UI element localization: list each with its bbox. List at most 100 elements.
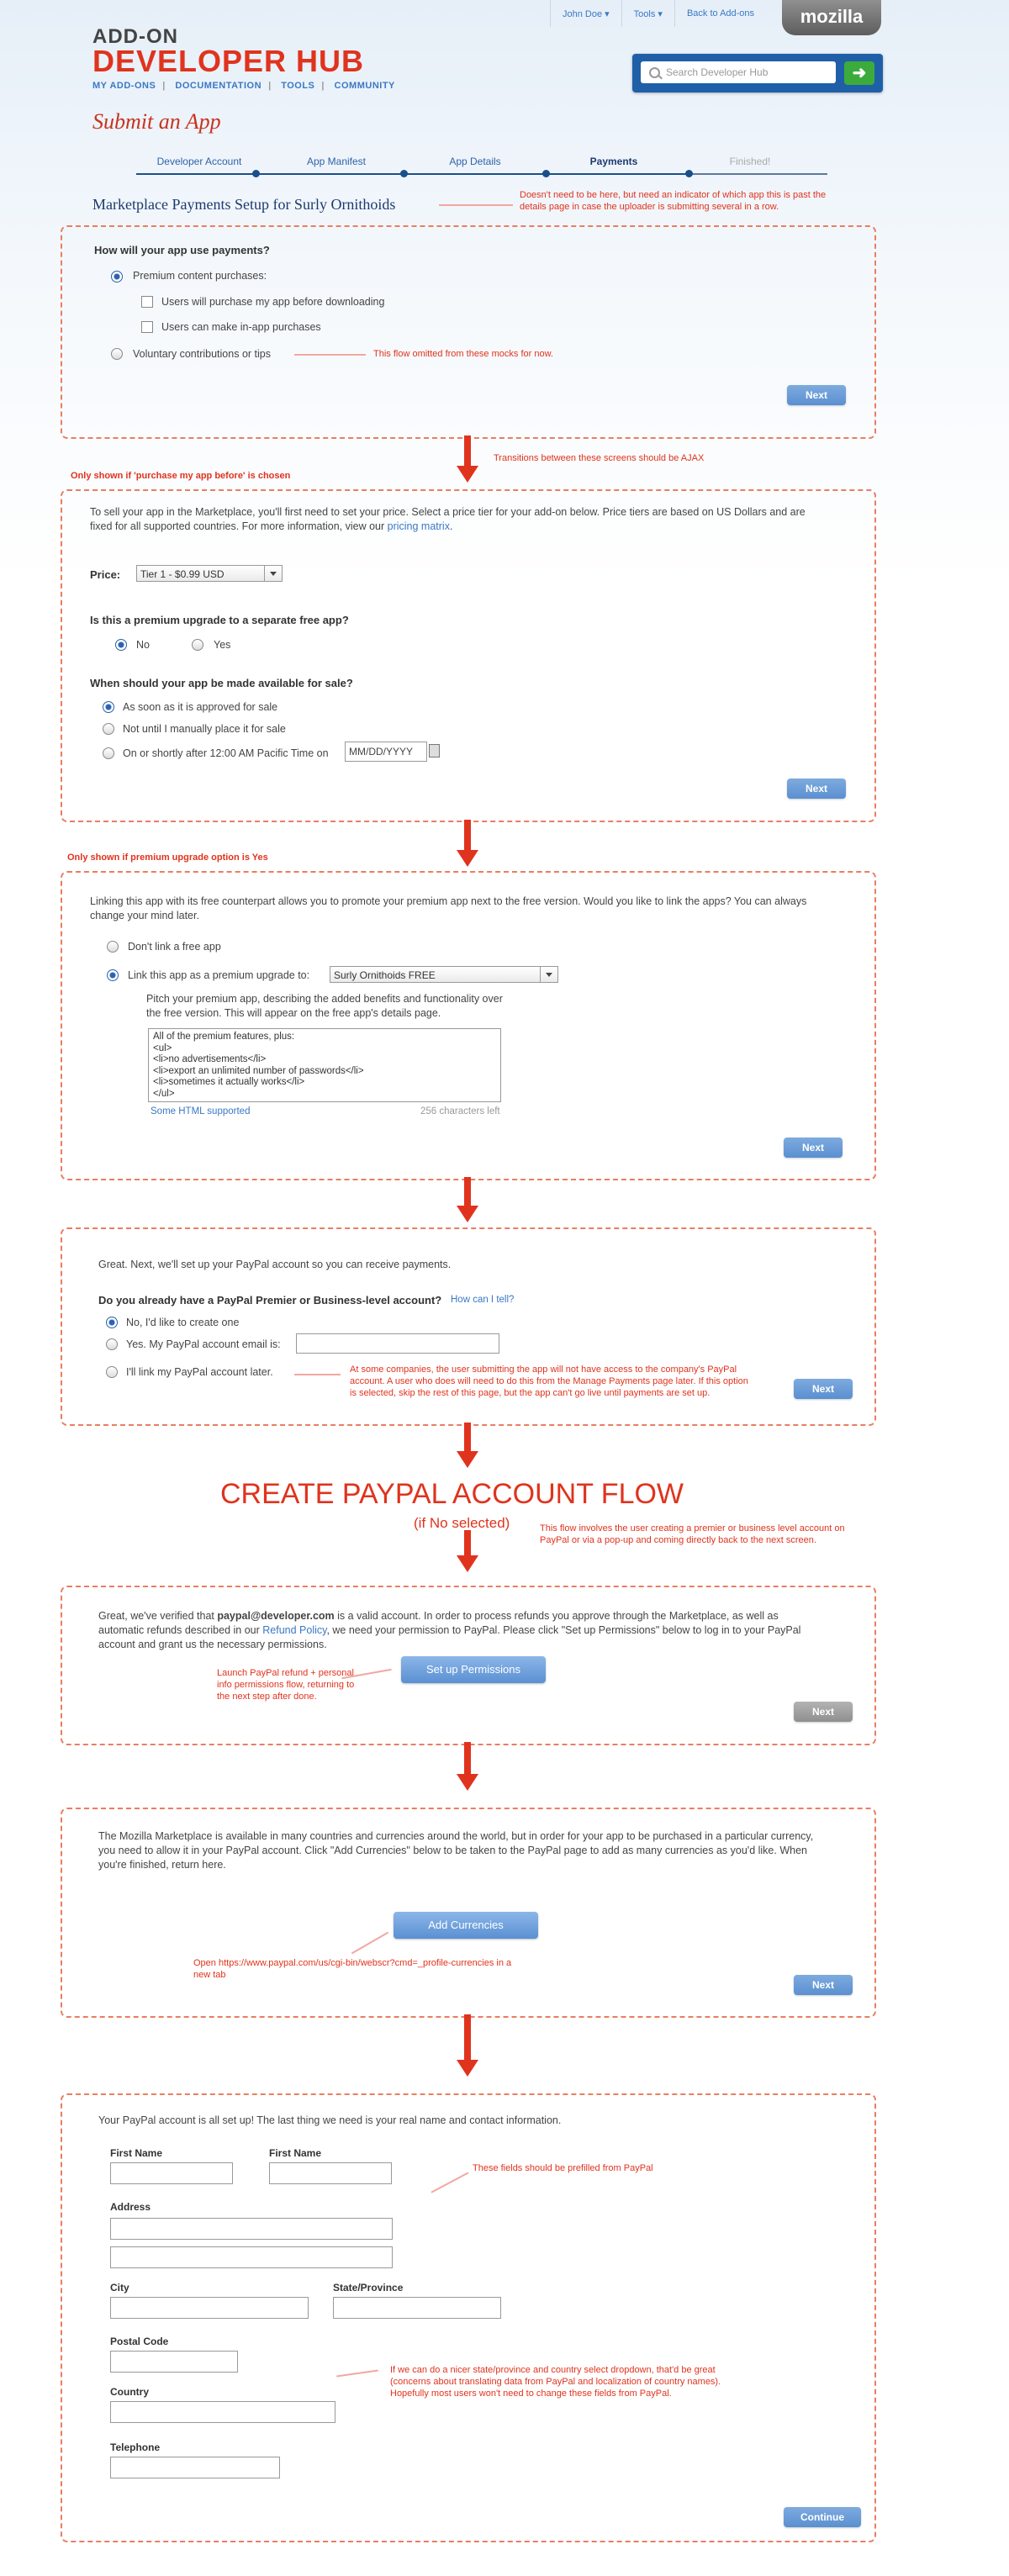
tools-menu[interactable]: Tools ▾ — [621, 0, 674, 27]
chevron-down-icon — [264, 566, 282, 581]
avail-approved-label: As soon as it is approved for sale — [123, 701, 278, 713]
next-button[interactable]: Next — [787, 779, 846, 799]
html-supported-link[interactable]: Some HTML supported — [151, 1106, 250, 1116]
pitch-textarea[interactable]: All of the premium features, plus: <ul> <l… — [148, 1028, 501, 1102]
state-input[interactable] — [333, 2297, 501, 2319]
step-dot — [252, 170, 260, 177]
add-currencies-button[interactable]: Add Currencies — [394, 1912, 538, 1939]
paypal-email-input[interactable] — [296, 1333, 499, 1354]
search-input[interactable]: Search Developer Hub — [641, 61, 836, 83]
avail-approved-radio[interactable] — [103, 701, 114, 713]
date-input[interactable]: MM/DD/YYYY — [345, 742, 427, 762]
postal-code-input[interactable] — [110, 2351, 238, 2373]
country-input[interactable] — [110, 2401, 335, 2423]
next-button[interactable]: Next — [794, 1702, 853, 1722]
price-label: Price: — [90, 568, 121, 581]
avail-manual-label: Not until I manually place it for sale — [123, 723, 286, 735]
next-button[interactable]: Next — [787, 385, 846, 405]
price-select[interactable]: Tier 1 - $0.99 USD — [136, 565, 283, 582]
note-subtitle: Doesn't need to be here, but need an ind… — [520, 190, 827, 212]
user-menu[interactable]: John Doe ▾ — [550, 0, 621, 27]
link-later-label: I'll link my PayPal account later. — [126, 1366, 273, 1378]
avail-manual-radio[interactable] — [103, 723, 114, 735]
brand-title[interactable]: DEVELOPER HUB — [92, 44, 364, 79]
refund-policy-link[interactable]: Refund Policy — [262, 1624, 326, 1636]
note-open-url: Open https://www.paypal.com/us/cgi-bin/w… — [193, 1958, 512, 1980]
voluntary-label: Voluntary contributions or tips — [133, 348, 271, 360]
verified-email: paypal@developer.com — [217, 1610, 335, 1622]
note-dropdown: If we can do a nicer state/province and … — [390, 2365, 721, 2399]
pitch-help: Pitch your premium app, describing the a… — [146, 993, 503, 1019]
steps-progress — [136, 173, 689, 175]
city-input[interactable] — [110, 2297, 309, 2319]
flow-arrow — [457, 2014, 478, 2077]
step-developer-account[interactable]: Developer Account — [140, 156, 258, 167]
mozilla-logo[interactable]: mozilla — [782, 0, 881, 35]
step-finished: Finished! — [729, 156, 771, 167]
postal-code-label: Postal Code — [110, 2336, 169, 2347]
note-only-purchase: Only shown if 'purchase my app before' i… — [71, 471, 291, 481]
existing-account-label: Yes. My PayPal account email is: — [126, 1338, 281, 1350]
avail-date-radio[interactable] — [103, 747, 114, 759]
link-app-radio[interactable] — [107, 969, 119, 981]
next-button[interactable]: Next — [794, 1379, 853, 1399]
flow-arrow — [457, 1530, 478, 1572]
nav-tools[interactable]: TOOLS — [281, 81, 314, 91]
pricing-matrix-link[interactable]: pricing matrix — [388, 520, 450, 532]
address-input-2[interactable] — [110, 2246, 393, 2268]
address-label: Address — [110, 2201, 151, 2213]
flow-arrow — [457, 1423, 478, 1468]
link-later-radio[interactable] — [106, 1366, 118, 1378]
telephone-input[interactable] — [110, 2457, 280, 2478]
flow-arrow — [457, 1177, 478, 1222]
brand-nav: MY ADD-ONS | DOCUMENTATION | TOOLS | COMMUN… — [92, 81, 395, 91]
flow-arrow — [457, 820, 478, 867]
step-dot — [400, 170, 408, 177]
next-button[interactable]: Next — [784, 1138, 843, 1158]
note-create-flow: This flow involves the user creating a p… — [540, 1523, 845, 1545]
free-app-select[interactable]: Surly Ornithoids FREE — [330, 966, 558, 983]
note-only-upgrade: Only shown if premium upgrade option is … — [67, 853, 268, 863]
back-to-addons-link[interactable]: Back to Add-ons — [674, 0, 766, 27]
upgrade-no-radio[interactable] — [115, 639, 127, 651]
permissions-intro: Great, we've verified that paypal@develo… — [98, 1610, 801, 1650]
telephone-label: Telephone — [110, 2441, 161, 2453]
chars-left: 256 characters left — [420, 1106, 500, 1116]
how-can-i-tell-link[interactable]: How can I tell? — [451, 1295, 514, 1305]
purchase-before-checkbox[interactable] — [141, 296, 153, 308]
create-account-radio[interactable] — [106, 1317, 118, 1328]
premium-radio[interactable] — [111, 271, 123, 282]
annotation-arrow — [439, 204, 513, 206]
setup-permissions-button[interactable]: Set up Permissions — [401, 1656, 546, 1683]
first-name-2-input[interactable] — [269, 2162, 392, 2184]
in-app-checkbox[interactable] — [141, 321, 153, 333]
premium-label: Premium content purchases: — [133, 270, 267, 282]
dont-link-radio[interactable] — [107, 941, 119, 953]
nav-my-addons[interactable]: MY ADD-ONS — [92, 81, 156, 91]
existing-account-radio[interactable] — [106, 1338, 118, 1350]
nav-documentation[interactable]: DOCUMENTATION — [175, 81, 261, 91]
upgrade-yes-radio[interactable] — [192, 639, 203, 651]
link-app-label: Link this app as a premium upgrade to: — [128, 969, 310, 981]
address-input-1[interactable] — [110, 2218, 393, 2240]
voluntary-radio[interactable] — [111, 348, 123, 360]
search-go-button[interactable]: ➜ — [844, 61, 874, 85]
step-app-manifest[interactable]: App Manifest — [277, 156, 395, 167]
first-name-input[interactable] — [110, 2162, 233, 2184]
purchase-before-label: Users will purchase my app before downlo… — [161, 296, 385, 308]
nav-community[interactable]: COMMUNITY — [335, 81, 395, 91]
create-flow-subtitle: (if No selected) — [414, 1515, 510, 1531]
link-intro: Linking this app with its free counterpa… — [90, 895, 807, 921]
next-button[interactable]: Next — [794, 1975, 853, 1995]
flow-arrow — [457, 435, 478, 483]
contact-intro: Your PayPal account is all set up! The l… — [98, 2114, 562, 2126]
step-payments: Payments — [589, 156, 638, 167]
continue-button[interactable]: Continue — [784, 2507, 861, 2527]
calendar-icon[interactable] — [429, 744, 440, 757]
annotation-arrow — [294, 1374, 341, 1375]
avail-date-label: On or shortly after 12:00 AM Pacific Tim… — [123, 747, 329, 759]
state-label: State/Province — [333, 2282, 404, 2294]
note-link-later: At some companies, the user submitting t… — [350, 1365, 748, 1398]
first-name-label: First Name — [110, 2147, 163, 2159]
step-app-details[interactable]: App Details — [416, 156, 534, 167]
